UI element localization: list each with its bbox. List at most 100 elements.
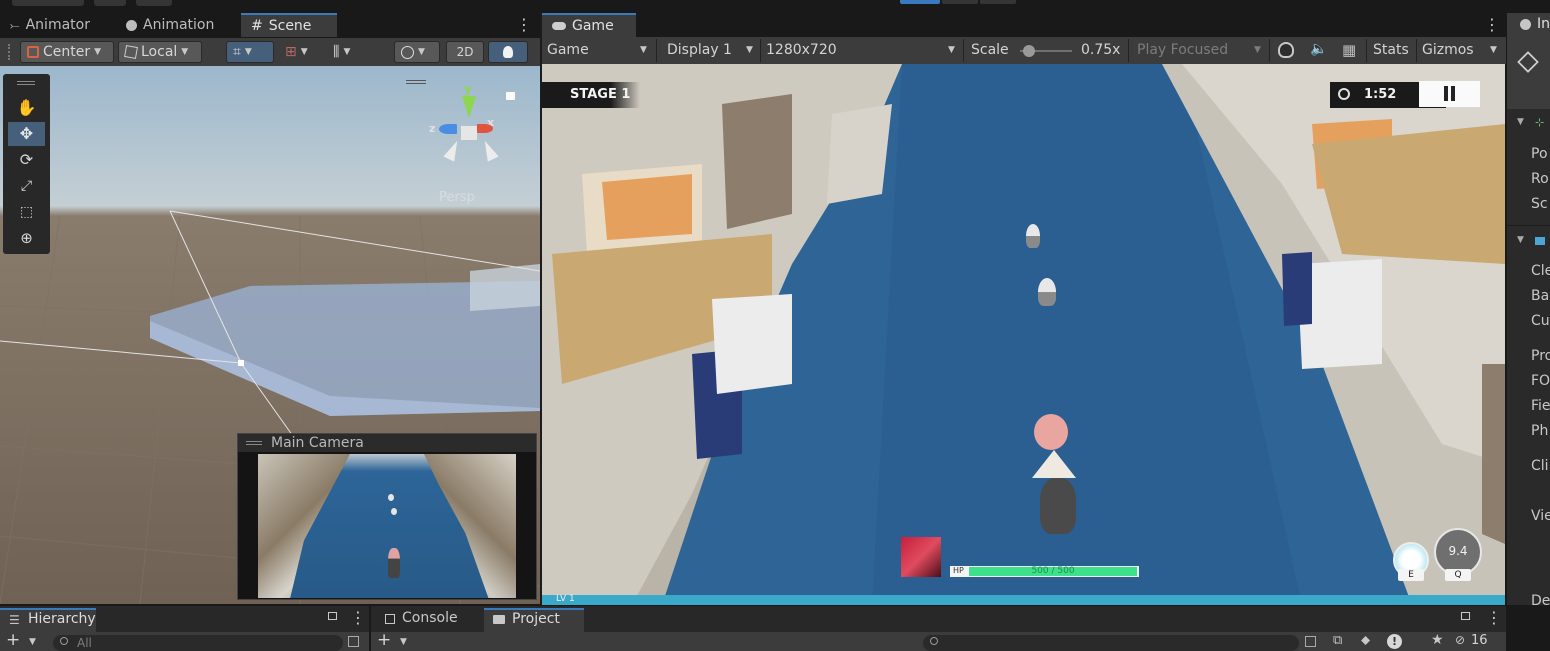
scale-tool-icon[interactable]: ⤢: [8, 174, 45, 198]
grid-icon[interactable]: ▦: [1342, 41, 1356, 59]
space-dropdown[interactable]: Local ▼: [118, 41, 202, 63]
project-search-field[interactable]: [923, 635, 1299, 651]
game-view[interactable]: STAGE 1 1:52 HP 500 / 500 E 9.4 Q LV 1: [542, 64, 1505, 605]
scene-menu-icon[interactable]: ⋮: [516, 15, 532, 34]
chevron-down-icon[interactable]: ▼: [400, 637, 407, 647]
orientation-gizmo[interactable]: y z x Persp: [425, 82, 515, 205]
layers-button[interactable]: [136, 0, 172, 6]
increment-snap-dropdown[interactable]: ⊞ ▼: [278, 41, 322, 63]
toolbar-divider: [760, 39, 761, 62]
hp-value: 500 / 500: [1031, 566, 1075, 576]
tab-game[interactable]: Game: [542, 13, 636, 37]
gizmos-dropdown[interactable]: Gizmos ▼: [1418, 37, 1506, 64]
preview-enemy: [388, 494, 394, 501]
skill-e-key-label: E: [1408, 570, 1414, 580]
lightbulb-icon: [503, 46, 513, 58]
palette-grip-icon: [17, 81, 35, 85]
transform-foldout[interactable]: ▼ ⊹: [1507, 115, 1550, 133]
gizmo-cone-icon: [479, 138, 499, 162]
tab-scene[interactable]: # Scene: [241, 13, 337, 37]
step-button[interactable]: [980, 0, 1016, 4]
preview-grip-icon: [246, 441, 262, 445]
draw-mode-dropdown[interactable]: ▼: [394, 41, 440, 63]
toggle-2d-button[interactable]: 2D: [446, 41, 484, 63]
favorite-star-icon[interactable]: ★: [1431, 632, 1444, 648]
add-icon[interactable]: +: [377, 630, 391, 650]
project-lock-icon[interactable]: [1461, 612, 1470, 620]
toolbar-divider: [1366, 39, 1367, 62]
tool-palette: ✋ ✥ ⟳ ⤢ ⬚ ⊕: [3, 74, 50, 254]
grid-snap-icon: ⌗: [233, 44, 241, 60]
inspector-tab[interactable]: In: [1507, 13, 1550, 37]
label-tag-icon[interactable]: ⬥: [1361, 633, 1370, 648]
overlay-grip-icon[interactable]: [406, 80, 426, 84]
chevron-down-icon: ▼: [746, 45, 753, 55]
pivot-dropdown[interactable]: Center ▼: [20, 41, 114, 63]
camera-foldout[interactable]: ▼: [1507, 233, 1550, 251]
gizmo-cone-icon: [443, 138, 463, 162]
play-button[interactable]: [900, 0, 940, 4]
preview-right-buildings: [424, 454, 516, 598]
stats-button[interactable]: Stats: [1368, 37, 1416, 64]
tab-console[interactable]: Console: [371, 608, 483, 632]
tab-animator[interactable]: ⤚ Animator: [0, 13, 100, 37]
hierarchy-menu-icon[interactable]: ⋮: [350, 608, 366, 627]
chevron-down-icon[interactable]: ▼: [29, 637, 36, 647]
player-body: [1032, 450, 1076, 478]
pause-button[interactable]: [942, 0, 978, 4]
account-button[interactable]: [12, 0, 84, 6]
tab-animator-label: Animator: [25, 17, 90, 33]
rect-tool-icon[interactable]: ⬚: [8, 200, 45, 224]
game-menu-icon[interactable]: ⋮: [1484, 15, 1500, 34]
search-by-type-icon[interactable]: [1305, 636, 1316, 647]
add-icon[interactable]: +: [6, 630, 20, 650]
play-mode-dropdown[interactable]: Play Focused ▼: [1130, 37, 1268, 64]
hierarchy-toolbar: + ▼ All: [0, 630, 369, 651]
hierarchy-search-field[interactable]: All: [53, 635, 343, 651]
grid-snap-toggle[interactable]: ⌗ ▼: [226, 41, 274, 63]
search-icon: [60, 637, 68, 645]
transform-tool-icon[interactable]: ⊕: [8, 226, 45, 250]
bug-icon[interactable]: [1278, 42, 1294, 58]
scene-view[interactable]: ✋ ✥ ⟳ ⤢ ⬚ ⊕ y z x Persp Main Camera: [0, 66, 540, 604]
skill-q-key-label: Q: [1454, 570, 1462, 580]
resolution-label: 1280x720: [766, 42, 837, 58]
project-menu-icon[interactable]: ⋮: [1486, 608, 1502, 627]
gizmo-center-cube: [461, 126, 477, 140]
inspector-tab-label: In: [1537, 16, 1550, 32]
player-head: [1034, 414, 1068, 450]
hand-tool-icon[interactable]: ✋: [8, 96, 45, 120]
warning-icon[interactable]: !: [1387, 634, 1402, 649]
lighting-toggle[interactable]: [488, 41, 528, 63]
scale-value: 0.75x: [1081, 42, 1121, 58]
hidden-count: 16: [1471, 633, 1488, 648]
skill-e-key: E: [1398, 569, 1424, 581]
display-dropdown[interactable]: Display 1 ▼: [658, 37, 760, 64]
chevron-down-icon: ▼: [948, 45, 955, 55]
pivot-label: Center: [43, 44, 91, 60]
scale-slider[interactable]: [1020, 44, 1072, 58]
ruler-dropdown[interactable]: ⫼ ▼: [326, 41, 370, 63]
companion-body: [1040, 478, 1076, 534]
search-icon: [930, 637, 938, 645]
filter-type-icon[interactable]: ⧉: [1333, 633, 1342, 648]
hidden-packages-icon[interactable]: ⊘: [1455, 633, 1465, 647]
toolbar-divider: [1269, 39, 1270, 62]
gizmo-projection-label[interactable]: Persp: [439, 190, 475, 205]
scene-visibility-icon[interactable]: [348, 636, 359, 647]
gizmo-z-label: z: [429, 122, 436, 135]
cloud-button[interactable]: [94, 0, 126, 6]
rotate-tool-icon[interactable]: ⟳: [8, 148, 45, 172]
tab-project[interactable]: Project: [484, 608, 584, 632]
mute-audio-icon[interactable]: 🔈: [1310, 41, 1327, 57]
resolution-dropdown[interactable]: 1280x720 ▼: [762, 37, 962, 64]
snap-icon: ⊞: [285, 44, 297, 60]
hierarchy-lock-icon[interactable]: [328, 612, 337, 620]
game-scene-render: [542, 64, 1505, 605]
scale-slider-thumb[interactable]: [1023, 45, 1036, 57]
tab-animation[interactable]: Animation: [116, 13, 224, 37]
move-tool-icon[interactable]: ✥: [8, 122, 45, 146]
display-mode-dropdown[interactable]: Game ▼: [542, 37, 654, 64]
hierarchy-tab[interactable]: ☰ Hierarchy: [0, 608, 96, 632]
pause-game-button[interactable]: [1419, 81, 1480, 107]
